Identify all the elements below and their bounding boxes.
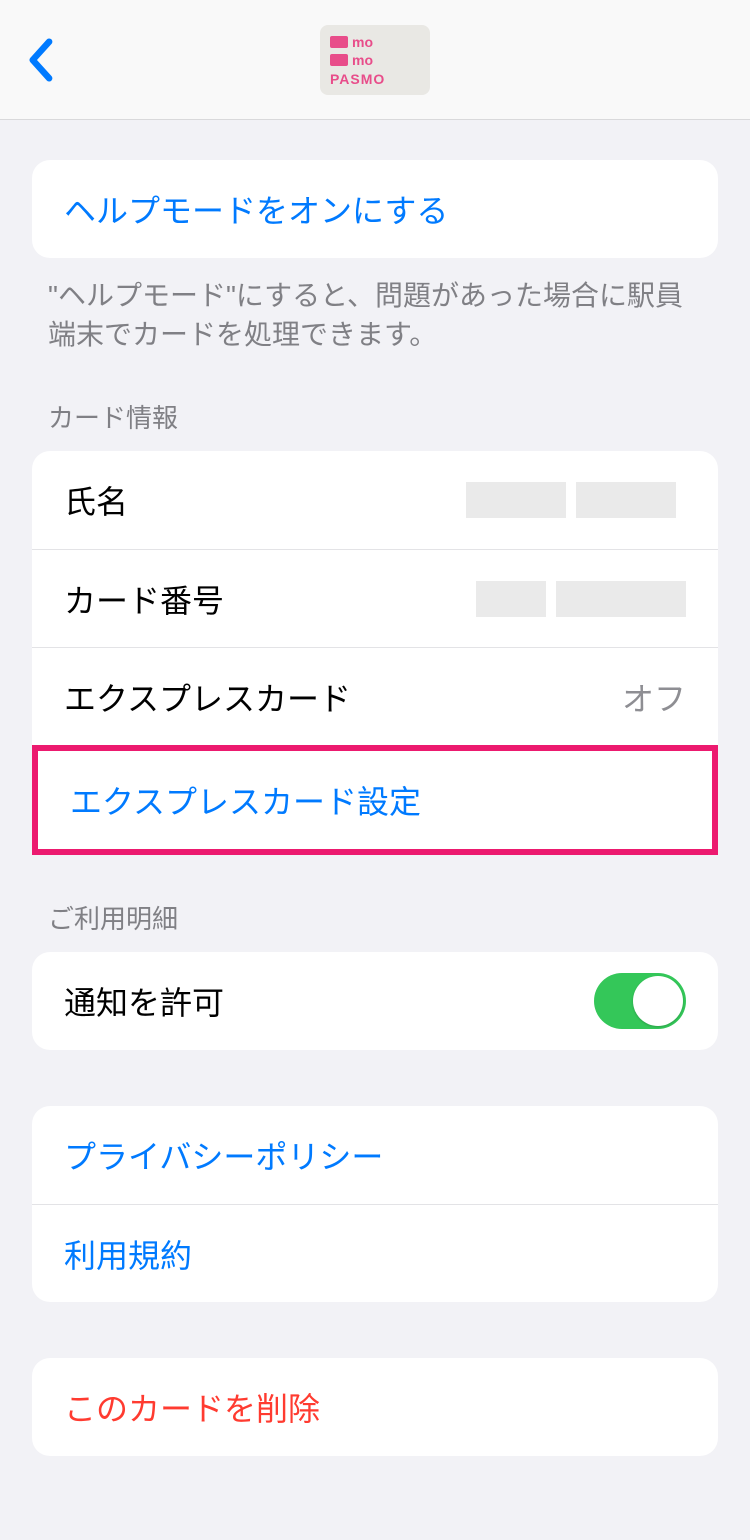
links-group: プライバシーポリシー 利用規約 xyxy=(32,1106,718,1302)
card-logo-line2: mo xyxy=(352,53,373,67)
usage-group: 通知を許可 xyxy=(32,952,718,1050)
help-mode-button[interactable]: ヘルプモードをオンにする xyxy=(32,160,718,258)
delete-group: このカードを削除 xyxy=(32,1358,718,1456)
delete-card-label: このカードを削除 xyxy=(64,1384,320,1430)
card-number-value-masked xyxy=(476,581,686,617)
usage-header: ご利用明細 xyxy=(0,855,750,944)
express-card-value: オフ xyxy=(622,674,686,720)
express-settings-highlight: エクスプレスカード設定 xyxy=(32,745,718,855)
express-settings-button[interactable]: エクスプレスカード設定 xyxy=(38,751,712,849)
notification-row[interactable]: 通知を許可 xyxy=(32,952,718,1050)
express-settings-label: エクスプレスカード設定 xyxy=(70,777,421,823)
notification-toggle[interactable] xyxy=(594,973,686,1029)
privacy-policy-button[interactable]: プライバシーポリシー xyxy=(32,1106,718,1204)
privacy-policy-label: プライバシーポリシー xyxy=(64,1132,383,1178)
card-info-header: カード情報 xyxy=(0,354,750,443)
card-info-group: 氏名 カード番号 エクスプレスカード オフ xyxy=(32,451,718,745)
express-card-label: エクスプレスカード xyxy=(64,674,351,720)
help-mode-group: ヘルプモードをオンにする xyxy=(32,160,718,258)
card-number-row: カード番号 xyxy=(32,549,718,647)
chevron-left-icon xyxy=(27,38,53,82)
card-number-label: カード番号 xyxy=(64,576,224,622)
card-logo-line1: mo xyxy=(352,35,373,49)
terms-label: 利用規約 xyxy=(64,1231,192,1277)
back-button[interactable] xyxy=(16,30,64,90)
name-value-masked xyxy=(466,482,686,518)
terms-button[interactable]: 利用規約 xyxy=(32,1204,718,1302)
notification-label: 通知を許可 xyxy=(64,978,224,1024)
express-card-row: エクスプレスカード オフ xyxy=(32,647,718,745)
help-mode-label: ヘルプモードをオンにする xyxy=(64,186,448,232)
delete-card-button[interactable]: このカードを削除 xyxy=(32,1358,718,1456)
nav-bar: mo mo PASMO xyxy=(0,0,750,120)
name-row: 氏名 xyxy=(32,451,718,549)
pasmo-card-thumbnail: mo mo PASMO xyxy=(320,25,430,95)
help-mode-description: "ヘルプモード"にすると、問題があった場合に駅員端末でカードを処理できます。 xyxy=(0,258,750,354)
card-logo-name: PASMO xyxy=(330,72,420,86)
name-label: 氏名 xyxy=(64,477,128,523)
